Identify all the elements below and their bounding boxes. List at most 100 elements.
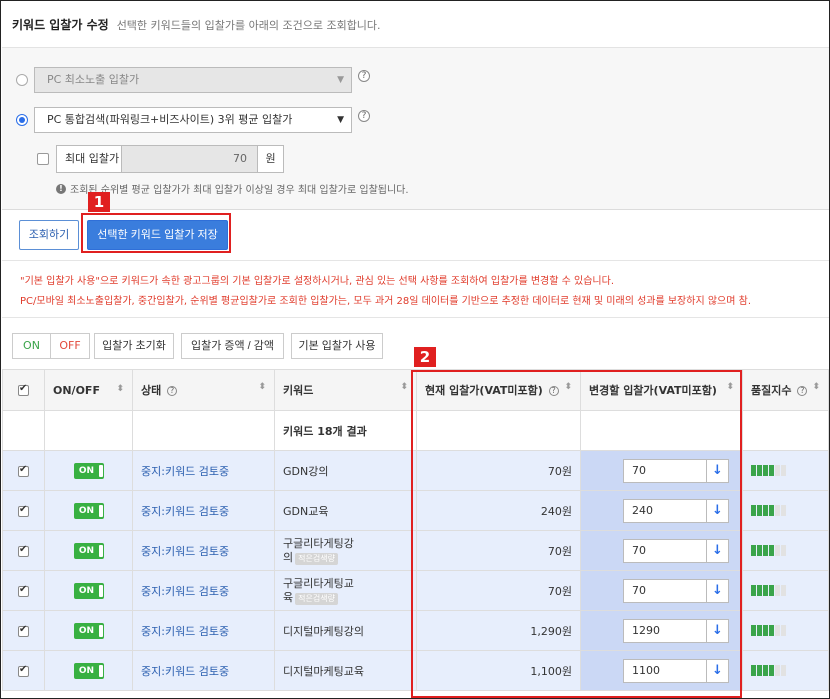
status-cell: 중지:키워드 검토중 [132, 450, 275, 491]
max-bid-input[interactable]: 70 [122, 145, 258, 173]
row-checkbox[interactable] [18, 664, 29, 677]
on-toggle[interactable]: ON [73, 462, 104, 479]
query-button[interactable]: 조회하기 [19, 220, 79, 250]
status-cell: 중지:키워드 검토중 [132, 610, 275, 651]
arrow-down-icon[interactable]: ↓ [707, 458, 729, 483]
max-bid-row: 최대 입찰가 70 원 [56, 145, 284, 173]
chevron-down-icon: ▼ [337, 115, 344, 125]
new-bid-input[interactable]: 70 [623, 538, 707, 563]
chevron-down-icon: ▼ [337, 75, 344, 85]
current-bid-cell: 240원 [416, 490, 581, 531]
on-button[interactable]: ON [13, 334, 51, 358]
col-keyword[interactable]: 키워드 ⬍ [274, 369, 417, 411]
quality-bar [751, 625, 820, 636]
max-bid-checkbox[interactable] [37, 153, 49, 165]
max-bid-unit: 원 [258, 145, 284, 173]
max-bid-label: 최대 입찰가 [56, 145, 122, 173]
keyword-cell: GDN강의 [274, 450, 417, 491]
low-volume-tag: 적은검색량 [295, 592, 338, 605]
status-cell: 중지:키워드 검토중 [132, 530, 275, 571]
on-toggle[interactable]: ON [73, 502, 104, 519]
help-icon[interactable]: ? [358, 70, 370, 82]
radio-rank-average[interactable] [16, 114, 28, 126]
keyword-cell: GDN교육 [274, 490, 417, 531]
min-exposure-select[interactable]: PC 최소노출 입찰가 ▼ [34, 67, 352, 93]
use-default-bid-button[interactable]: 기본 입찰가 사용 [291, 333, 383, 359]
conditions-panel: PC 최소노출 입찰가 ▼ ? PC 통합검색(파워링크+비즈사이트) 3위 평… [2, 48, 829, 210]
keyword-table: ON/OFF⬍ 상태 ?⬍ 키워드⬍ 현재 입찰가(VAT미포함) ?⬍ 변경할… [2, 369, 829, 691]
keyword-cell: 구글리타게팅교 육 적은검색량 [274, 570, 417, 611]
on-toggle[interactable]: ON [73, 622, 104, 639]
reset-bid-button[interactable]: 입찰가 초기화 [94, 333, 174, 359]
action-bar: 조회하기 선택한 키워드 입찰가 저장 [2, 211, 829, 261]
keyword-cell: 디지털마케팅강의 [274, 610, 417, 651]
keyword-cell: 디지털마케팅교육 [274, 650, 417, 691]
radio-min-exposure[interactable] [16, 74, 28, 86]
quality-bar [751, 585, 820, 596]
status-cell: 중지:키워드 검토중 [132, 650, 275, 691]
annotation-label-2: 2 [414, 347, 436, 367]
row-checkbox[interactable] [18, 624, 29, 637]
table-row[interactable]: ON 중지:키워드 검토중 GDN강의 70원 70↓ [2, 450, 829, 491]
help-icon: ? [797, 386, 808, 396]
arrow-down-icon[interactable]: ↓ [707, 498, 729, 523]
col-current-bid[interactable]: 현재 입찰가(VAT미포함) ? ⬍ [416, 369, 581, 411]
quality-bar [751, 505, 820, 516]
sort-icon: ⬍ [400, 382, 408, 392]
off-button[interactable]: OFF [51, 334, 89, 358]
current-bid-cell: 70원 [416, 450, 581, 491]
col-status[interactable]: 상태 ? ⬍ [132, 369, 275, 411]
adjust-bid-button[interactable]: 입찰가 증액 / 감액 [181, 333, 284, 359]
sort-icon: ⬍ [116, 383, 124, 394]
row-checkbox[interactable] [18, 544, 29, 557]
new-bid-input[interactable]: 1100 [623, 658, 707, 683]
save-selected-bids-button[interactable]: 선택한 키워드 입찰가 저장 [87, 220, 228, 250]
bid-edit-window: 키워드 입찰가 수정 선택한 키워드들의 입찰가를 아래의 조건으로 조회합니다… [0, 0, 830, 699]
new-bid-input[interactable]: 240 [623, 498, 707, 523]
sort-icon: ⬍ [812, 382, 820, 392]
help-icon: ? [548, 386, 559, 396]
on-off-switch: ON OFF [12, 333, 90, 359]
header: 키워드 입찰가 수정 선택한 키워드들의 입찰가를 아래의 조건으로 조회합니다… [2, 2, 829, 48]
info-icon: ! [56, 183, 66, 194]
arrow-down-icon[interactable]: ↓ [707, 578, 729, 603]
on-toggle[interactable]: ON [73, 662, 104, 679]
quality-bar [751, 665, 820, 676]
col-new-bid[interactable]: 변경할 입찰가(VAT미포함) ⬍ [580, 369, 743, 411]
low-volume-tag: 적은검색량 [295, 552, 338, 565]
arrow-down-icon[interactable]: ↓ [707, 538, 729, 563]
row-checkbox[interactable] [18, 584, 29, 597]
new-bid-input[interactable]: 70 [623, 458, 707, 483]
result-count: 키워드 18개 결과 [274, 410, 417, 451]
col-onoff[interactable]: ON/OFF ⬍ [44, 369, 133, 411]
new-bid-input[interactable]: 1290 [623, 618, 707, 643]
current-bid-cell: 1,100원 [416, 650, 581, 691]
row-checkbox[interactable] [18, 504, 29, 517]
on-toggle[interactable]: ON [73, 582, 104, 599]
table-row[interactable]: ON 중지:키워드 검토중 구글리타게팅교육적은검색량 70원 70↓ [2, 570, 829, 611]
table-row[interactable]: ON 중지:키워드 검토중 구글리타게팅강의적은검색량 70원 70↓ [2, 530, 829, 571]
current-bid-cell: 1,290원 [416, 610, 581, 651]
rank-average-select[interactable]: PC 통합검색(파워링크+비즈사이트) 3위 평균 입찰가 ▼ [34, 107, 352, 133]
arrow-down-icon[interactable]: ↓ [707, 618, 729, 643]
page-title: 키워드 입찰가 수정 [12, 18, 109, 32]
on-toggle[interactable]: ON [73, 542, 104, 559]
table-row[interactable]: ON 중지:키워드 검토중 디지털마케팅교육 1,100원 1100↓ [2, 650, 829, 691]
new-bid-input[interactable]: 70 [623, 578, 707, 603]
table-row[interactable]: ON 중지:키워드 검토중 디지털마케팅강의 1,290원 1290↓ [2, 610, 829, 651]
summary-row: 키워드 18개 결과 [2, 410, 829, 451]
current-bid-cell: 70원 [416, 530, 581, 571]
arrow-down-icon[interactable]: ↓ [707, 658, 729, 683]
sort-icon: ⬍ [726, 382, 734, 392]
status-cell: 중지:키워드 검토중 [132, 570, 275, 611]
select-all-checkbox[interactable] [18, 383, 29, 396]
notice-text: "기본 입찰가 사용"으로 키워드가 속한 광고그룹의 기본 입찰가로 설정하시… [2, 262, 829, 318]
col-quality[interactable]: 품질지수 ? ⬍ [742, 369, 829, 411]
table-row[interactable]: ON 중지:키워드 검토중 GDN교육 240원 240↓ [2, 490, 829, 531]
quality-bar [751, 465, 820, 476]
help-icon[interactable]: ? [358, 110, 370, 122]
annotation-label-1: 1 [88, 192, 110, 212]
help-icon: ? [167, 386, 178, 396]
sort-icon: ⬍ [564, 382, 572, 392]
row-checkbox[interactable] [18, 464, 29, 477]
